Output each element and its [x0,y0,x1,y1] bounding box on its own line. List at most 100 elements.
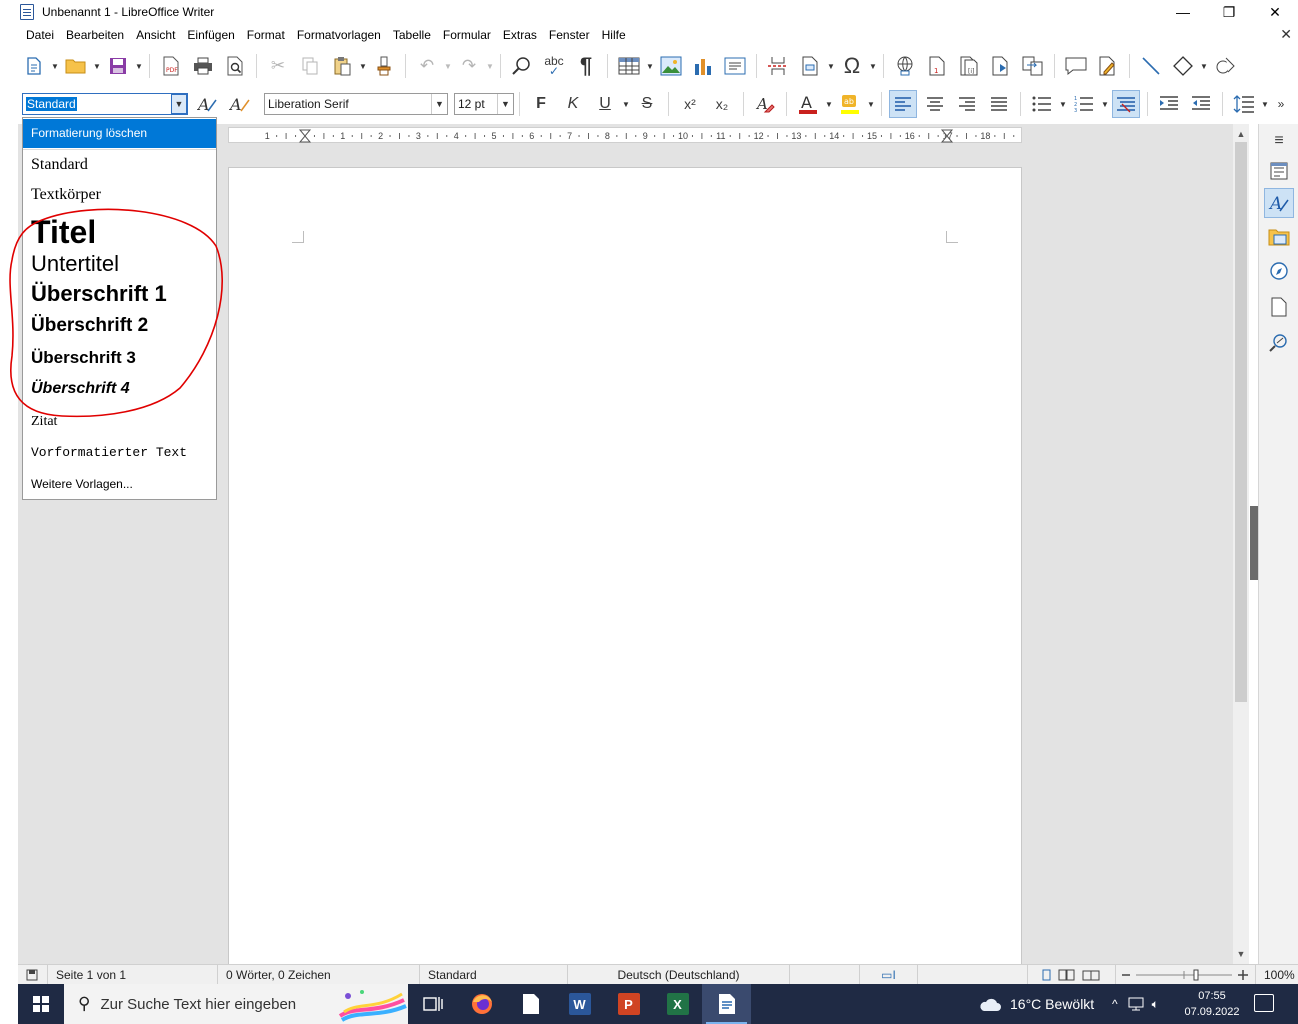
weather-widget[interactable]: 16°C Bewölkt [978,984,1094,1024]
view-layout-icons[interactable] [1028,964,1116,985]
menu-fenster[interactable]: Fenster [543,28,596,42]
network-icon[interactable] [1128,997,1146,1011]
toolbar-overflow-icon[interactable]: » [1276,97,1286,111]
font-color-icon[interactable]: A [794,90,822,118]
export-pdf-icon[interactable]: PDF [157,52,185,80]
navigator-icon[interactable] [1264,256,1294,286]
find-replace-icon[interactable] [508,52,536,80]
save-icon[interactable] [104,52,132,80]
indent-marker[interactable] [298,129,312,143]
zoom-slider[interactable] [1116,964,1256,985]
chevron-down-icon[interactable]: ▼ [1100,100,1110,109]
restore-button[interactable]: ❐ [1206,0,1252,24]
menu-formular[interactable]: Formular [437,28,497,42]
font-name-combobox[interactable]: Liberation Serif ▼ [264,93,448,115]
ordered-list-icon[interactable]: 123 [1070,90,1098,118]
speaker-icon[interactable]: 🔈︎ [1152,997,1159,1012]
chevron-down-icon[interactable]: ▼ [826,62,836,71]
minimize-button[interactable]: — [1160,0,1206,24]
firefox-icon[interactable] [457,984,506,1024]
clear-formatting-option[interactable]: Formatierung löschen [23,119,216,148]
style-inspector-icon[interactable] [1264,328,1294,358]
page-icon[interactable] [1264,292,1294,322]
style-option-standard[interactable]: Standard [23,156,216,174]
formatting-marks-icon[interactable]: ¶ [572,52,600,80]
style-option-ueberschrift-1[interactable]: Überschrift 1 [23,281,216,307]
chevron-down-icon[interactable]: ▼ [134,62,144,71]
justify-icon[interactable] [985,90,1013,118]
close-window-button[interactable]: ✕ [1252,0,1298,24]
insert-page-break-icon[interactable] [764,52,792,80]
close-document-button[interactable]: ✕ [1280,26,1292,43]
highlight-color-icon[interactable]: ab [836,90,864,118]
strikethrough-button[interactable]: S [633,90,661,118]
font-size-combobox[interactable]: 12 pt ▼ [454,93,514,115]
paragraph-style-combobox[interactable]: Standard ▼ [22,93,188,115]
menu-tabelle[interactable]: Tabelle [387,28,437,42]
menu-einfuegen[interactable]: Einfügen [181,28,240,42]
gallery-icon[interactable] [1264,222,1294,252]
system-tray[interactable]: ^ 🔈︎ [1112,984,1159,1024]
document-page[interactable] [228,167,1022,967]
more-styles-option[interactable]: Weitere Vorlagen... [23,477,216,491]
style-option-ueberschrift-4[interactable]: Überschrift 4 [23,380,216,398]
chevron-down-icon[interactable]: ▼ [92,62,102,71]
copy-icon[interactable] [296,52,324,80]
insert-footnote-icon[interactable]: 1 [923,52,951,80]
clone-formatting-icon[interactable] [370,52,398,80]
insert-comment-icon[interactable] [1062,52,1090,80]
chevron-down-icon[interactable]: ▼ [431,94,447,114]
decrease-indent-icon[interactable] [1187,90,1215,118]
document-modified-icon[interactable] [18,964,48,985]
insert-line-icon[interactable] [1137,52,1165,80]
increase-indent-icon[interactable] [1155,90,1183,118]
spelling-icon[interactable]: abc ✓ [540,52,568,80]
font-name-value[interactable]: Liberation Serif [265,97,431,111]
sidebar-collapse-handle[interactable] [1250,506,1258,580]
language[interactable]: Deutsch (Deutschland) [568,964,790,985]
word-icon[interactable]: W [555,984,604,1024]
sidebar-menu-icon[interactable]: ≡ [1264,126,1294,156]
open-folder-icon[interactable] [62,52,90,80]
menu-formatvorlagen[interactable]: Formatvorlagen [291,28,387,42]
basic-shapes-icon[interactable] [1169,52,1197,80]
chevron-down-icon[interactable]: ▼ [621,100,631,109]
align-left-icon[interactable] [889,90,917,118]
insert-field-icon[interactable] [796,52,824,80]
style-option-titel[interactable]: Titel [23,214,216,251]
excel-icon[interactable]: X [653,984,702,1024]
insert-textbox-icon[interactable] [721,52,749,80]
subscript-button[interactable]: x₂ [708,90,736,118]
menu-datei[interactable]: Datei [20,28,60,42]
chevron-down-icon[interactable]: ▼ [645,62,655,71]
draw-functions-icon[interactable] [1211,52,1239,80]
menu-hilfe[interactable]: Hilfe [596,28,632,42]
horizontal-ruler[interactable]: 1123456789101112131415161718 [228,127,1022,143]
font-size-value[interactable]: 12 pt [455,97,497,111]
underline-button[interactable]: U [591,90,619,118]
insert-bookmark-icon[interactable] [987,52,1015,80]
insert-endnote-icon[interactable]: [i] [955,52,983,80]
line-spacing-icon[interactable] [1230,90,1258,118]
style-option-zitat[interactable]: Zitat [23,414,216,430]
insert-table-icon[interactable] [615,52,643,80]
page-style[interactable]: Standard [420,964,568,985]
align-center-icon[interactable] [921,90,949,118]
style-option-vorformatierter-text[interactable]: Vorformatierter Text [23,445,216,460]
word-count[interactable]: 0 Wörter, 0 Zeichen [218,964,420,985]
new-document-icon[interactable] [20,52,48,80]
menu-bearbeiten[interactable]: Bearbeiten [60,28,130,42]
paragraph-style-value[interactable]: Standard [26,97,77,111]
scroll-up-icon[interactable]: ▲ [1233,126,1249,142]
track-changes-icon[interactable] [1094,52,1122,80]
unordered-list-icon[interactable] [1028,90,1056,118]
undo-icon[interactable]: ↶ [413,52,441,80]
scroll-down-icon[interactable]: ▼ [1233,946,1249,962]
print-icon[interactable] [189,52,217,80]
libreoffice-writer-icon[interactable] [702,984,751,1024]
bold-button[interactable]: F [527,90,555,118]
superscript-button[interactable]: x² [676,90,704,118]
powerpoint-icon[interactable]: P [604,984,653,1024]
insert-mode-icon[interactable]: ▭I [860,964,918,985]
special-character-icon[interactable]: Ω [838,52,866,80]
